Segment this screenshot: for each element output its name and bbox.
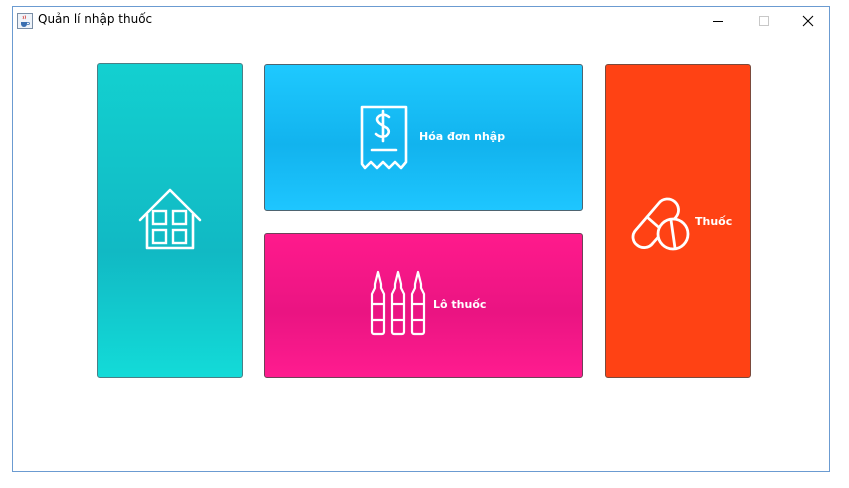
minimize-button[interactable] xyxy=(695,7,741,35)
maximize-button[interactable] xyxy=(741,7,787,35)
invoice-label: Hóa đơn nhập xyxy=(419,130,506,143)
app-window: Quản lí nhập thuốc Hóa đơn nhập Lô thuốc… xyxy=(12,6,830,472)
batch-label: Lô thuốc xyxy=(433,298,487,311)
dashboard: Hóa đơn nhập Lô thuốc Thuốc xyxy=(13,35,829,471)
home-tile[interactable] xyxy=(97,63,243,378)
window-title: Quản lí nhập thuốc xyxy=(38,12,153,26)
house-icon xyxy=(138,188,202,250)
close-icon xyxy=(802,15,814,27)
maximize-icon xyxy=(759,16,769,26)
medicine-tile[interactable]: Thuốc xyxy=(605,64,751,378)
close-button[interactable] xyxy=(785,7,831,35)
medicine-label: Thuốc xyxy=(695,215,733,228)
receipt-dollar-icon xyxy=(360,105,408,170)
minimize-icon xyxy=(713,21,723,22)
title-bar[interactable]: Quản lí nhập thuốc xyxy=(13,7,829,35)
pills-icon xyxy=(631,197,690,251)
batch-tile[interactable]: Lô thuốc xyxy=(264,233,583,378)
java-cup-icon xyxy=(17,13,33,29)
invoice-tile[interactable]: Hóa đơn nhập xyxy=(264,64,583,211)
ampoules-icon xyxy=(370,270,426,336)
